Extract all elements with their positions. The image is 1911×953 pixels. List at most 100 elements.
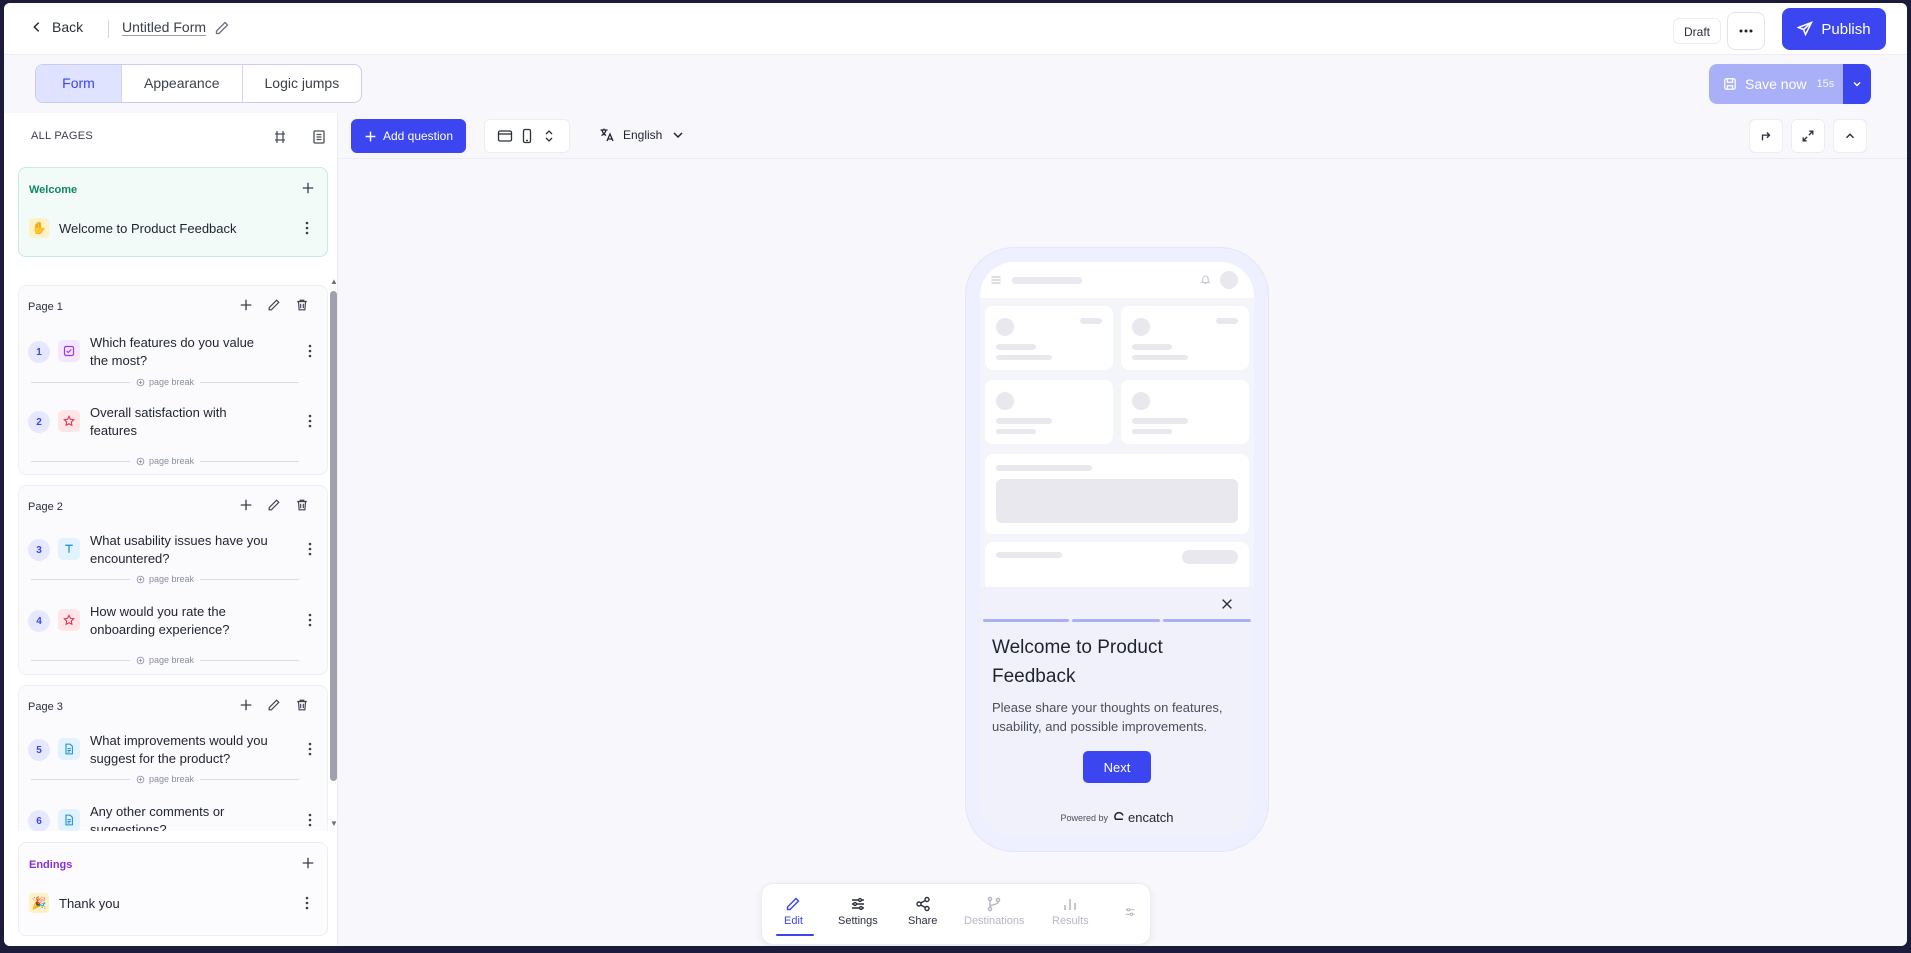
- chevron-left-icon: [33, 22, 40, 32]
- question-text: What usability issues have you encounter…: [90, 533, 268, 566]
- tab-form[interactable]: Form: [36, 65, 122, 102]
- kebab-icon[interactable]: [302, 741, 318, 757]
- bottom-dock: Edit Settings Share Destinations Results: [761, 883, 1151, 945]
- pages-list[interactable]: Page 1 1 Which features do you value the…: [18, 275, 330, 831]
- plus-circle-icon: [136, 656, 145, 664]
- question-text: What improvements would you suggest for …: [90, 733, 268, 766]
- desktop-icon: [497, 130, 513, 142]
- scroll-up-arrow[interactable]: ▲: [330, 277, 338, 286]
- question-number: 2: [28, 411, 50, 433]
- add-icon[interactable]: [239, 298, 253, 312]
- scroll-down-arrow[interactable]: ▼: [330, 819, 338, 828]
- plus-circle-icon: [136, 775, 145, 783]
- more-options-button[interactable]: [1727, 12, 1765, 50]
- question-item[interactable]: 6 Any other comments or suggestions?: [28, 800, 318, 831]
- dock-share[interactable]: Share: [908, 896, 937, 927]
- page-break-label: page break: [148, 574, 195, 584]
- page-break-label: page break: [148, 655, 195, 665]
- question-item[interactable]: 4 How would you rate the onboarding expe…: [28, 600, 318, 640]
- dock-edit[interactable]: Edit: [784, 896, 803, 927]
- kebab-icon[interactable]: [299, 895, 315, 911]
- page-break-divider: page break: [31, 654, 300, 666]
- sidebar-scrollbar[interactable]: ▲ ▼: [330, 275, 338, 831]
- endings-title: Endings: [29, 859, 73, 871]
- question-item[interactable]: 3 What usability issues have you encount…: [28, 529, 318, 569]
- mobile-preview: Welcome to Product Feedback Please share…: [966, 248, 1268, 851]
- pencil-icon[interactable]: [267, 698, 281, 712]
- pencil-icon[interactable]: [267, 298, 281, 312]
- expand-button[interactable]: [1791, 119, 1825, 153]
- page-title: Page 1: [28, 301, 63, 313]
- edit-title-icon[interactable]: [214, 20, 230, 36]
- collapse-button[interactable]: [1833, 119, 1867, 153]
- preview-description: Please share your thoughts on features, …: [992, 700, 1223, 734]
- question-item[interactable]: 5 What improvements would you suggest fo…: [28, 729, 318, 769]
- text-type-icon: [58, 538, 80, 560]
- trash-icon[interactable]: [295, 498, 309, 512]
- next-button[interactable]: Next: [1083, 751, 1151, 783]
- pencil-icon: [787, 897, 800, 911]
- document-icon: [58, 809, 80, 831]
- language-selector[interactable]: English: [599, 127, 686, 143]
- pages-sidebar: ALL PAGES Welcome ✋ Welcome to Product F…: [4, 113, 338, 946]
- add-ending-icon[interactable]: [301, 856, 315, 870]
- hamburger-icon: [991, 276, 1001, 284]
- add-icon[interactable]: [239, 498, 253, 512]
- add-welcome-icon[interactable]: [301, 181, 315, 195]
- dock-settings-label: Settings: [838, 915, 878, 927]
- publish-button[interactable]: Publish: [1782, 8, 1886, 50]
- dock-destinations[interactable]: Destinations: [964, 896, 1025, 927]
- back-button[interactable]: Back: [30, 19, 83, 35]
- question-text: Overall satisfaction with features: [90, 405, 227, 438]
- kebab-icon[interactable]: [302, 413, 318, 429]
- export-button[interactable]: [1749, 119, 1783, 153]
- plus-circle-icon: [136, 378, 145, 386]
- save-dropdown-button[interactable]: [1843, 64, 1871, 104]
- header-divider: [108, 20, 109, 38]
- chevron-up-icon: [1846, 133, 1854, 139]
- encatch-logo-icon: [1114, 812, 1124, 820]
- powered-by: Powered by encatch: [980, 810, 1254, 825]
- kebab-icon[interactable]: [299, 220, 315, 236]
- adjustments-icon[interactable]: [1124, 906, 1136, 918]
- send-icon: [1797, 21, 1814, 37]
- question-item[interactable]: 2 Overall satisfaction with features: [28, 401, 318, 441]
- tab-logic-jumps[interactable]: Logic jumps: [243, 65, 362, 102]
- question-number: 5: [28, 739, 50, 761]
- form-title[interactable]: Untitled Form: [122, 19, 207, 36]
- document-list-icon[interactable]: [311, 129, 327, 145]
- ending-item[interactable]: 🎉 Thank you: [29, 889, 319, 917]
- question-item[interactable]: 1 Which features do you value the most?: [28, 331, 318, 371]
- pencil-icon[interactable]: [267, 498, 281, 512]
- progress-segment: [1163, 619, 1251, 622]
- reorder-icon[interactable]: [272, 129, 288, 145]
- kebab-icon[interactable]: [302, 343, 318, 359]
- device-toggle[interactable]: [484, 119, 570, 153]
- kebab-icon[interactable]: [302, 612, 318, 628]
- canvas-toolbar: Add question English: [339, 113, 1907, 159]
- trash-icon[interactable]: [295, 298, 309, 312]
- question-number: 1: [28, 341, 50, 363]
- arrow-up-right-icon: [1761, 132, 1771, 141]
- trash-icon[interactable]: [295, 698, 309, 712]
- endings-section: Endings 🎉 Thank you: [18, 842, 328, 936]
- language-label: English: [623, 128, 663, 142]
- add-question-button[interactable]: Add question: [351, 119, 466, 153]
- sliders-icon: [851, 897, 864, 911]
- save-now-button[interactable]: Save now 15s: [1709, 64, 1843, 104]
- kebab-icon[interactable]: [302, 812, 318, 828]
- tab-appearance[interactable]: Appearance: [122, 65, 243, 102]
- welcome-sheet: Welcome to Product Feedback Please share…: [980, 587, 1254, 837]
- dock-results[interactable]: Results: [1052, 896, 1089, 927]
- welcome-section: Welcome ✋ Welcome to Product Feedback: [18, 167, 328, 257]
- close-icon[interactable]: [1220, 597, 1234, 611]
- page-break-divider: page break: [31, 573, 300, 585]
- page-break-divider: page break: [31, 773, 300, 785]
- welcome-title: Welcome: [29, 184, 78, 196]
- add-icon[interactable]: [239, 698, 253, 712]
- scroll-thumb[interactable]: [330, 291, 337, 781]
- welcome-item[interactable]: ✋ Welcome to Product Feedback: [29, 214, 319, 242]
- dock-settings[interactable]: Settings: [838, 896, 878, 927]
- page-block: Page 2 3 What usability issues have you …: [18, 485, 328, 675]
- kebab-icon[interactable]: [302, 541, 318, 557]
